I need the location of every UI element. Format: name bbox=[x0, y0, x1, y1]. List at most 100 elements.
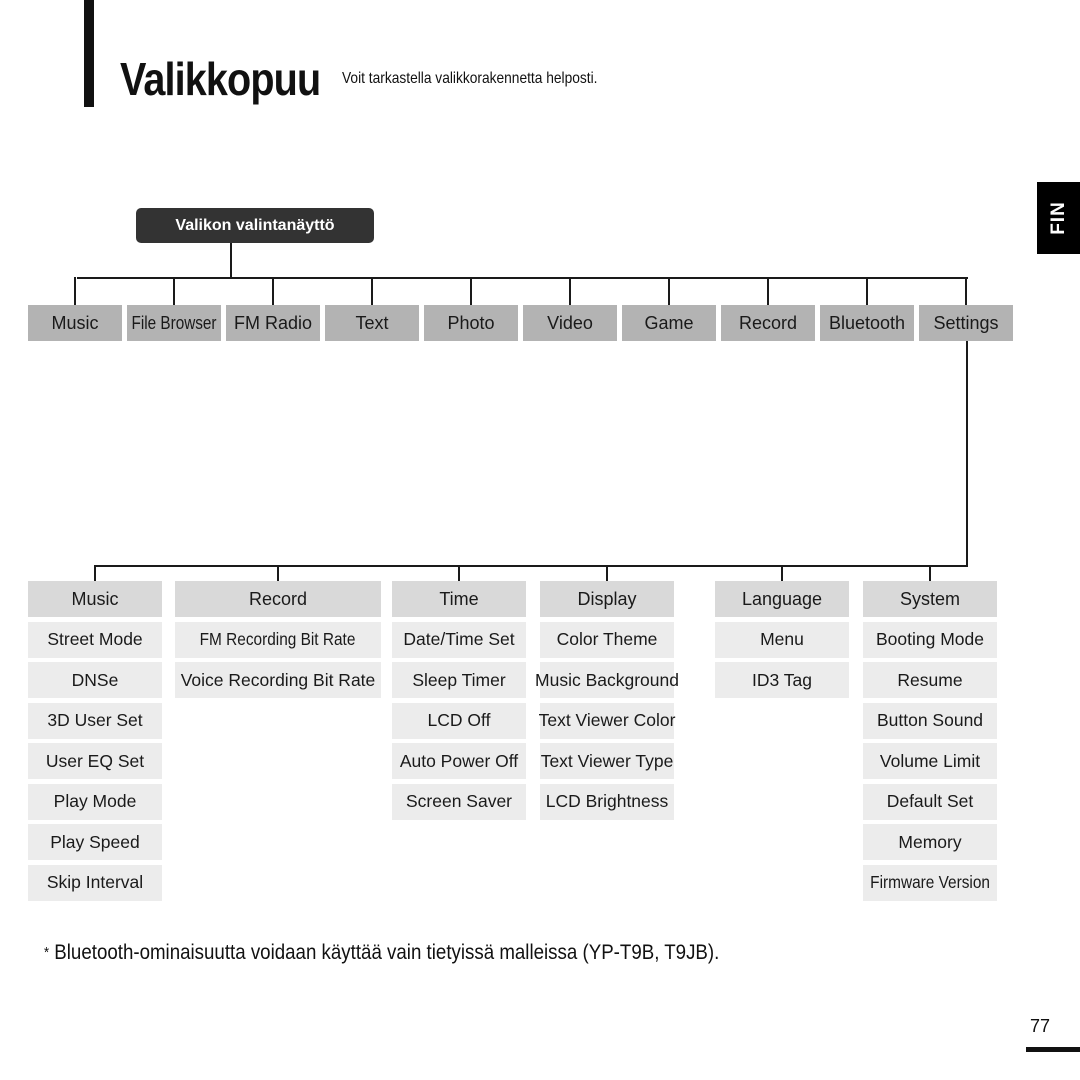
connector-group-stub bbox=[606, 565, 608, 581]
settings-group-header-label: Record bbox=[248, 588, 308, 609]
top-menu-item-file-browser: File Browser bbox=[127, 305, 221, 341]
top-menu-item-record: Record bbox=[721, 305, 815, 341]
settings-item-label: Screen Saver bbox=[405, 791, 513, 811]
connector-stub bbox=[569, 277, 571, 305]
connector-settings-drop bbox=[966, 341, 968, 567]
top-menu-item-fm-radio: FM Radio bbox=[226, 305, 320, 341]
footnote: * Bluetooth-ominaisuutta voidaan käyttää … bbox=[44, 940, 719, 965]
settings-item: ID3 Tag bbox=[715, 662, 849, 698]
settings-item-label: User EQ Set bbox=[45, 750, 145, 771]
settings-group-music: Music Street Mode DNSe 3D User Set User EQ S… bbox=[28, 581, 162, 905]
top-menu-item-label: Game bbox=[644, 312, 694, 333]
settings-group-header: Time bbox=[392, 581, 526, 617]
settings-item: Memory bbox=[863, 824, 997, 860]
connector-stub bbox=[371, 277, 373, 305]
settings-item: DNSe bbox=[28, 662, 162, 698]
connector-stub bbox=[173, 277, 175, 305]
settings-item: Default Set bbox=[863, 783, 997, 820]
page-title: Valikkopuu bbox=[120, 53, 321, 105]
settings-group-header: Language bbox=[715, 581, 849, 617]
menu-tree-root-label: Valikon valintanäyttö bbox=[175, 216, 335, 234]
settings-item: Menu bbox=[715, 621, 849, 658]
settings-item-label: Street Mode bbox=[47, 629, 143, 649]
top-menu-item-label: FM Radio bbox=[233, 312, 313, 333]
top-menu-item-bluetooth: Bluetooth bbox=[820, 305, 914, 341]
settings-item-label: Date/Time Set bbox=[403, 629, 515, 649]
settings-item-label: Firmware Version bbox=[870, 872, 990, 892]
settings-group-time: Time Date/Time Set Sleep Timer LCD Off Auto … bbox=[392, 581, 526, 824]
settings-item-label: Text Viewer Type bbox=[540, 750, 674, 771]
connector-group-stub bbox=[458, 565, 460, 581]
top-menu-item-label: Settings bbox=[933, 312, 999, 333]
top-menu-item-video: Video bbox=[523, 305, 617, 341]
footnote-marker: * bbox=[44, 944, 50, 961]
language-tab-label: FIN bbox=[1047, 201, 1069, 235]
top-menu-item-label: Video bbox=[547, 312, 593, 333]
settings-item-label: Memory bbox=[898, 831, 962, 852]
settings-item: Skip Interval bbox=[28, 864, 162, 901]
settings-item: FM Recording Bit Rate bbox=[175, 621, 381, 658]
settings-item: Resume bbox=[863, 662, 997, 698]
top-menu-item-music: Music bbox=[28, 305, 122, 341]
top-menu-item-settings: Settings bbox=[919, 305, 1013, 341]
settings-item-label: LCD Brightness bbox=[545, 791, 669, 811]
settings-item-label: Sleep Timer bbox=[412, 669, 506, 690]
settings-item-label: LCD Off bbox=[427, 710, 491, 730]
top-menu-item-label: Record bbox=[738, 312, 798, 333]
top-menu-item-label: Music bbox=[51, 312, 99, 333]
settings-item-label: FM Recording Bit Rate bbox=[200, 629, 356, 649]
settings-group-header-label: System bbox=[899, 588, 960, 609]
settings-item: Firmware Version bbox=[863, 864, 997, 901]
settings-item-label: Color Theme bbox=[556, 629, 658, 649]
settings-group-header: System bbox=[863, 581, 997, 617]
connector-stub bbox=[866, 277, 868, 305]
settings-item: Button Sound bbox=[863, 702, 997, 739]
settings-item: Auto Power Off bbox=[392, 743, 526, 779]
settings-group-language: Language Menu ID3 Tag bbox=[715, 581, 849, 703]
connector-stub bbox=[74, 277, 76, 305]
settings-item: Street Mode bbox=[28, 621, 162, 658]
settings-item-label: Default Set bbox=[886, 791, 974, 811]
settings-item-label: Button Sound bbox=[876, 710, 984, 730]
settings-item-label: Text Viewer Color bbox=[538, 710, 676, 730]
connector-group-stub bbox=[929, 565, 931, 581]
settings-item: User EQ Set bbox=[28, 743, 162, 779]
page-number-rule bbox=[1026, 1047, 1080, 1052]
connector-group-stub bbox=[94, 565, 96, 581]
settings-item: Text Viewer Type bbox=[540, 743, 674, 779]
settings-item-label: DNSe bbox=[71, 669, 119, 690]
connector-lower-horizontal bbox=[94, 565, 968, 567]
settings-item: Text Viewer Color bbox=[538, 702, 676, 739]
settings-item: Play Speed bbox=[28, 824, 162, 860]
connector-group-stub bbox=[277, 565, 279, 581]
settings-group-header-label: Display bbox=[577, 588, 637, 609]
settings-item: Voice Recording Bit Rate bbox=[175, 662, 381, 698]
connector-stub bbox=[272, 277, 274, 305]
connector-stub bbox=[470, 277, 472, 305]
settings-item-label: Play Mode bbox=[53, 791, 137, 811]
settings-item: Music Background bbox=[535, 662, 679, 698]
settings-group-header-label: Language bbox=[741, 588, 823, 609]
top-menu-item-label: Text bbox=[355, 312, 389, 333]
settings-item-label: Music Background bbox=[535, 669, 679, 690]
settings-item: 3D User Set bbox=[28, 702, 162, 739]
page-number: 77 bbox=[1030, 1016, 1051, 1036]
settings-group-record: Record FM Recording Bit Rate Voice Recordi… bbox=[175, 581, 381, 703]
settings-group-header: Music bbox=[28, 581, 162, 617]
top-menu-item-label: Photo bbox=[447, 312, 495, 333]
footnote-text: Bluetooth-ominaisuutta voidaan käyttää v… bbox=[54, 940, 720, 964]
settings-item: Play Mode bbox=[28, 783, 162, 820]
settings-item-label: Resume bbox=[897, 669, 963, 690]
settings-item: LCD Brightness bbox=[540, 783, 674, 820]
settings-item-label: Booting Mode bbox=[876, 629, 984, 649]
settings-item-label: 3D User Set bbox=[47, 710, 143, 730]
settings-group-header-label: Music bbox=[71, 588, 119, 609]
settings-item: Date/Time Set bbox=[392, 621, 526, 658]
settings-item-label: Menu bbox=[760, 629, 804, 649]
menu-tree-root: Valikon valintanäyttö bbox=[136, 208, 374, 243]
top-menu-item-label: Bluetooth bbox=[828, 312, 906, 333]
settings-group-header-label: Time bbox=[439, 588, 479, 609]
settings-group-header: Record bbox=[175, 581, 381, 617]
settings-item-label: Play Speed bbox=[50, 831, 140, 852]
settings-item-label: Skip Interval bbox=[46, 872, 144, 892]
